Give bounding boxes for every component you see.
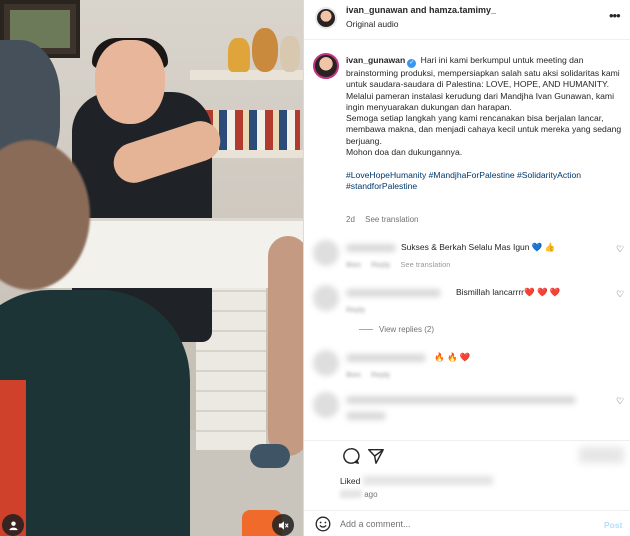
avatar[interactable] [315, 7, 337, 29]
caption-hashtags[interactable]: #LoveHopeHumanity #MandjhaForPalestine #… [346, 170, 581, 191]
blurred-comment-meta [346, 412, 386, 420]
emoji-smile-icon[interactable] [315, 516, 331, 532]
figurine [280, 36, 300, 72]
blurred-username [346, 244, 396, 252]
post-date-suffix: ago [364, 490, 378, 499]
comment-item: Sukses & Berkah Selalu Mas Igun 💙 👍 like… [304, 240, 630, 280]
muted-speaker-icon[interactable] [272, 514, 294, 536]
comment-item: ♡ [304, 392, 630, 432]
figurine [252, 28, 278, 72]
see-translation-link[interactable]: See translation [400, 260, 450, 269]
blurred-username [346, 289, 441, 297]
avatar[interactable] [313, 392, 339, 418]
comment-meta: likes Reply See translation [346, 260, 458, 269]
view-replies-link[interactable]: View replies (2) [359, 325, 434, 334]
caption-text-4: Mohon doa dan dukungannya. [346, 147, 463, 158]
foreground-stripe [0, 380, 26, 536]
reply-button[interactable]: Reply [346, 305, 365, 314]
avatar[interactable] [313, 53, 339, 79]
audio-label[interactable]: Original audio [346, 19, 398, 29]
blurred-comment-text [346, 396, 576, 404]
comment-item: 🔥 🔥 ❤️ likes Reply [304, 350, 630, 390]
post-comment-button[interactable]: Post [604, 520, 622, 530]
post-actions-bar [304, 440, 630, 476]
liked-by-line[interactable]: Liked [340, 476, 493, 486]
figurine [228, 38, 250, 72]
person-arm [268, 236, 303, 456]
add-comment-bar: Post [304, 510, 630, 536]
avatar[interactable] [313, 350, 339, 376]
comment-bubble-icon[interactable] [342, 447, 360, 465]
post-author-usernames[interactable]: ivan_gunawan and hamza.tamimy_ [346, 5, 496, 15]
shoe [250, 444, 290, 468]
avatar[interactable] [313, 240, 339, 266]
verified-badge-icon: ✓ [407, 59, 417, 68]
blurred-date [340, 490, 362, 498]
blurred-liked-by [362, 476, 493, 485]
post-media[interactable] [0, 0, 303, 536]
comment-text: Sukses & Berkah Selalu Mas Igun 💙 👍 [401, 242, 556, 252]
comment-likes[interactable]: likes [346, 370, 361, 379]
post-side-panel: ivan_gunawan and hamza.tamimy_ Original … [303, 0, 630, 536]
see-translation-link[interactable]: See translation [365, 215, 418, 224]
liked-prefix: Liked [340, 476, 361, 486]
add-comment-input[interactable] [340, 517, 590, 531]
like-comment-heart-icon[interactable]: ♡ [616, 289, 624, 300]
comment-likes[interactable]: likes [346, 260, 361, 269]
comment-item: Bismillah lancarrrr❤️ ❤️ ❤️ Reply ♡ [304, 285, 630, 325]
comment-text: 🔥 🔥 ❤️ [434, 352, 471, 362]
post-time: 2d [346, 215, 355, 224]
caption-text-3: Semoga setiap langkah yang kami rencanak… [346, 113, 622, 146]
caption-text-2: Melalui pameran instalasi kerudung dari … [346, 90, 614, 112]
blurred-username [346, 354, 426, 362]
user-tag-icon[interactable] [2, 514, 24, 536]
like-comment-heart-icon[interactable]: ♡ [616, 396, 624, 407]
foreground-person-shoulder [0, 290, 190, 536]
person-head [95, 40, 165, 124]
reply-button[interactable]: Reply [371, 370, 390, 379]
comment-meta: Reply [346, 305, 373, 314]
more-horizontal-icon[interactable]: ••• [609, 8, 621, 23]
blurred-save-area [579, 447, 624, 463]
reply-button[interactable]: Reply [371, 260, 390, 269]
comment-meta: likes Reply [346, 370, 398, 379]
post-header: ivan_gunawan and hamza.tamimy_ Original … [304, 0, 630, 40]
send-paper-plane-icon[interactable] [367, 447, 385, 465]
comment-text: Bismillah lancarrrr❤️ ❤️ ❤️ [456, 287, 561, 297]
post-caption: ivan_gunawan ✓ Hari ini kami berkumpul un… [346, 55, 626, 192]
avatar[interactable] [313, 285, 339, 311]
caption-meta: 2d See translation [346, 215, 427, 224]
post-date: ago [340, 490, 378, 499]
caption-username[interactable]: ivan_gunawan [346, 55, 405, 65]
like-comment-heart-icon[interactable]: ♡ [616, 244, 624, 255]
